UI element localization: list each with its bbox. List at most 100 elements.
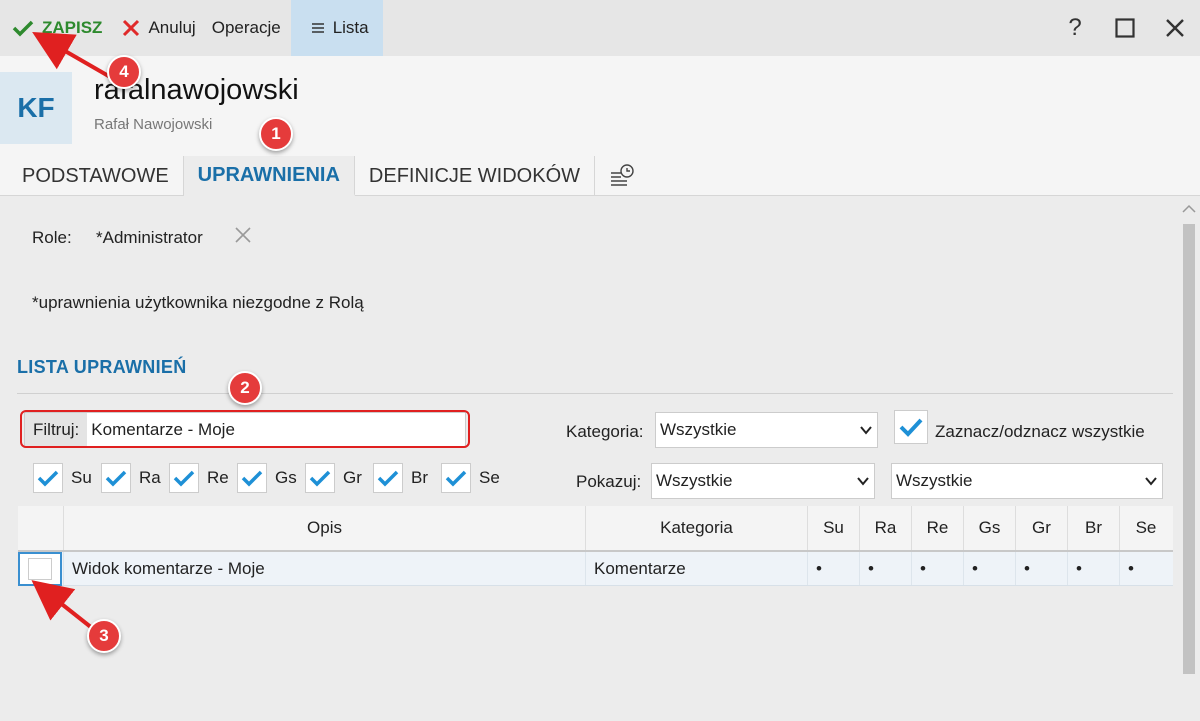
maximize-icon [1115,18,1135,38]
table-row[interactable]: Widok komentarze - Moje Komentarze • • •… [18,551,1173,586]
category-select[interactable]: Wszystkie [655,412,878,448]
tab-bar: PODSTAWOWE UPRAWNIENIA DEFINICJE WIDOKÓW [0,156,1200,196]
row-select-cell [18,551,64,586]
row-checkbox[interactable] [18,551,62,586]
user-header: KF rafalnawojowski Rafał Nawojowski [0,56,1200,156]
close-icon [123,19,140,37]
list-label: Lista [332,18,369,37]
flag-se-checkbox[interactable]: Se [441,463,501,493]
tab-uprawnienia[interactable]: UPRAWNIENIA [183,156,355,196]
show-select-primary[interactable]: Wszystkie [651,463,875,499]
header-select-column [18,506,64,550]
role-label: Role: [32,228,72,247]
cell-gr: • [1016,552,1068,585]
avatar: KF [0,72,72,144]
checkmark-icon [899,418,923,437]
flag-gr-checkbox[interactable]: Gr [305,463,365,493]
cell-opis: Widok komentarze - Moje [64,552,586,585]
flag-label: Gr [343,468,362,487]
show-selected-secondary: Wszystkie [896,471,973,490]
flag-re-checkbox[interactable]: Re [169,463,229,493]
flag-br-checkbox[interactable]: Br [373,463,433,493]
select-all-label: Zaznacz/odznacz wszystkie [935,422,1145,441]
header-su[interactable]: Su [808,506,860,550]
operations-button[interactable]: Operacje [204,0,289,56]
header-opis[interactable]: Opis [64,506,586,550]
tab-history[interactable] [595,156,649,196]
chevron-down-icon [860,426,872,435]
cell-br: • [1068,552,1120,585]
checkmark-icon [37,470,59,487]
cell-ra: • [860,552,912,585]
annotation-badge-2: 2 [228,371,262,405]
section-title: LISTA UPRAWNIEŃ [17,357,187,377]
show-select-secondary[interactable]: Wszystkie [891,463,1163,499]
operations-label: Operacje [211,18,281,37]
scrollbar-thumb[interactable] [1183,224,1195,674]
flag-label: Gs [275,468,297,487]
chevron-down-icon [857,477,869,486]
cell-kategoria: Komentarze [586,552,808,585]
close-icon [235,227,251,243]
close-window-button[interactable] [1150,0,1200,56]
cancel-button[interactable]: Anuluj [114,0,203,56]
tab-definicje-widokow[interactable]: DEFINICJE WIDOKÓW [355,156,596,196]
history-icon [611,164,634,186]
filter-highlight-box [20,410,470,448]
annotation-badge-1: 1 [259,117,293,151]
toolbar: ZAPISZ Anuluj Operacje Lista ? [0,0,1200,56]
role-value: *Administrator [96,228,203,247]
role-mismatch-note: *uprawnienia użytkownika niezgodne z Rol… [32,293,364,312]
list-button[interactable]: Lista [290,0,383,56]
permissions-table: Opis Kategoria Su Ra Re Gs Gr Br Se Wido… [18,506,1173,586]
close-icon [1166,19,1184,37]
annotation-badge-3: 3 [87,619,121,653]
flag-gs-checkbox[interactable]: Gs [237,463,297,493]
flag-label: Se [479,468,500,487]
header-se[interactable]: Se [1120,506,1172,550]
content-area: Role: *Administrator *uprawnienia użytko… [0,196,1178,721]
cell-re: • [912,552,964,585]
tab-podstawowe[interactable]: PODSTAWOWE [0,156,184,196]
permission-flags: Su Ra Re Gs Gr Br Se [33,463,509,493]
header-re[interactable]: Re [912,506,964,550]
maximize-button[interactable] [1100,0,1150,56]
show-selected-primary: Wszystkie [656,471,733,490]
checkmark-icon [377,470,399,487]
flag-ra-checkbox[interactable]: Ra [101,463,161,493]
checkmark-icon [241,470,263,487]
header-kategoria[interactable]: Kategoria [586,506,808,550]
annotation-badge-4: 4 [107,55,141,89]
chevron-down-icon [1145,477,1157,486]
help-icon: ? [1068,14,1082,41]
category-label: Kategoria: [566,422,644,441]
header-gs[interactable]: Gs [964,506,1016,550]
flag-label: Br [411,468,428,487]
table-header: Opis Kategoria Su Ra Re Gs Gr Br Se [18,506,1173,552]
cell-se: • [1128,558,1134,578]
checkmark-icon [173,470,195,487]
cell-su: • [808,552,860,585]
flag-label: Re [207,468,229,487]
hamburger-icon [311,23,324,33]
help-button[interactable]: ? [1050,0,1100,56]
select-all-checkbox[interactable] [894,410,928,444]
header-br[interactable]: Br [1068,506,1120,550]
header-ra[interactable]: Ra [860,506,912,550]
cell-gs: • [964,552,1016,585]
flag-su-checkbox[interactable]: Su [33,463,93,493]
remove-role-button[interactable] [234,226,254,248]
checkmark-icon [309,470,331,487]
category-selected: Wszystkie [660,420,737,439]
scroll-up-icon[interactable] [1182,204,1196,214]
save-button[interactable]: ZAPISZ [0,0,110,56]
checkmark-icon [105,470,127,487]
checkmark-icon [445,470,467,487]
section-divider [17,393,1173,394]
show-label: Pokazuj: [576,472,642,491]
cancel-label: Anuluj [148,18,196,37]
flag-label: Ra [139,468,161,487]
vertical-scrollbar[interactable] [1178,196,1200,721]
checkmark-icon [12,20,34,37]
header-gr[interactable]: Gr [1016,506,1068,550]
